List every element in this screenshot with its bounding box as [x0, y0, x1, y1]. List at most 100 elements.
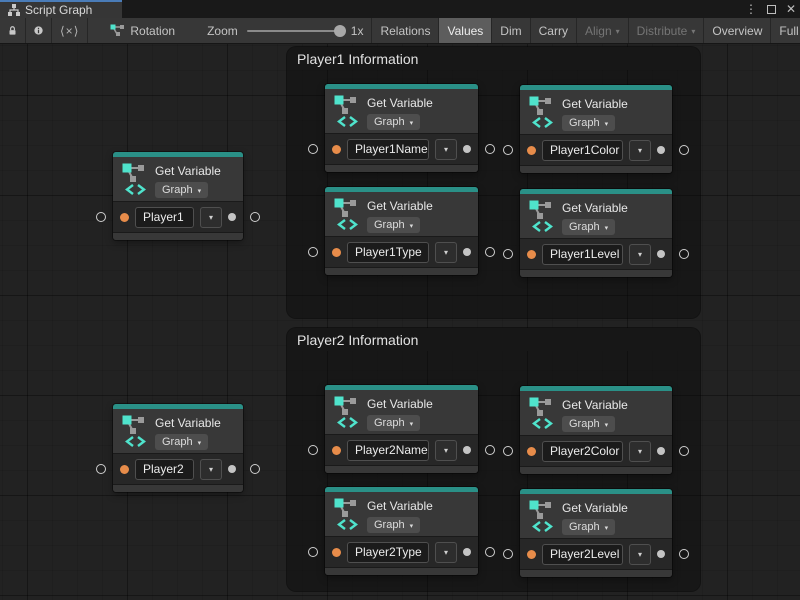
variable-dropdown-button[interactable]: ▾ [200, 207, 222, 228]
external-output-port[interactable] [485, 547, 495, 557]
lock-button[interactable] [0, 18, 26, 43]
external-output-port[interactable] [485, 445, 495, 455]
external-output-port[interactable] [485, 247, 495, 257]
variable-name-field[interactable]: Player1 [135, 207, 194, 228]
graph-dropdown-button[interactable]: Graph ▾ [562, 219, 615, 235]
external-output-port[interactable] [250, 212, 260, 222]
get-variable-node-player1color[interactable]: Get Variable Graph ▾ Player1Color ▾ [520, 85, 672, 173]
variable-dropdown-button[interactable]: ▾ [200, 459, 222, 480]
variable-dropdown-button[interactable]: ▾ [435, 542, 457, 563]
variable-dropdown-button[interactable]: ▾ [435, 139, 457, 160]
graph-dropdown-button[interactable]: Graph ▾ [367, 217, 420, 233]
external-input-port[interactable] [308, 144, 318, 154]
get-variable-node-player1level[interactable]: Get Variable Graph ▾ Player1Level ▾ [520, 189, 672, 277]
variable-dropdown-button[interactable]: ▾ [435, 440, 457, 461]
close-icon[interactable]: ✕ [786, 0, 796, 18]
variable-input-port[interactable] [527, 250, 536, 259]
window-menu-icon[interactable]: ⋮ [745, 0, 757, 18]
get-variable-node-player1type[interactable]: Get Variable Graph ▾ Player1Type ▾ [325, 187, 478, 275]
external-output-port[interactable] [679, 145, 689, 155]
value-output-port[interactable] [657, 146, 665, 154]
fullscreen-button[interactable]: Full Screen [771, 18, 800, 43]
external-input-port[interactable] [308, 247, 318, 257]
value-output-port[interactable] [463, 446, 471, 454]
align-dropdown[interactable]: Align ▾ [577, 18, 629, 43]
variable-input-port[interactable] [527, 447, 536, 456]
variable-name-field[interactable]: Player1Name [347, 139, 429, 160]
external-input-port[interactable] [308, 445, 318, 455]
value-output-port[interactable] [657, 447, 665, 455]
graph-dropdown-button[interactable]: Graph ▾ [155, 182, 208, 198]
variable-name-field[interactable]: Player2Type [347, 542, 429, 563]
relations-button[interactable]: Relations [371, 18, 439, 43]
code-toggle-button[interactable]: ⟨×⟩ [52, 18, 88, 43]
graph-canvas[interactable]: Player1 Information Player2 Information … [0, 44, 800, 600]
graph-dropdown-button[interactable]: Graph ▾ [562, 519, 615, 535]
info-button[interactable] [26, 18, 52, 43]
distribute-dropdown[interactable]: Distribute ▾ [629, 18, 705, 43]
graph-dropdown-button[interactable]: Graph ▾ [562, 416, 615, 432]
variable-name-field[interactable]: Player1Color [542, 140, 623, 161]
variable-input-port[interactable] [332, 145, 341, 154]
zoom-slider[interactable] [247, 30, 342, 32]
variable-input-port[interactable] [332, 248, 341, 257]
external-input-port[interactable] [503, 446, 513, 456]
variable-name-field[interactable]: Player2Color [542, 441, 623, 462]
variable-input-port[interactable] [332, 548, 341, 557]
group-title[interactable]: Player1 Information [287, 47, 700, 70]
value-output-port[interactable] [657, 250, 665, 258]
variable-dropdown-button[interactable]: ▾ [629, 544, 651, 565]
get-variable-node-player2level[interactable]: Get Variable Graph ▾ Player2Level ▾ [520, 489, 672, 577]
value-output-port[interactable] [228, 465, 236, 473]
external-input-port[interactable] [503, 549, 513, 559]
variable-input-port[interactable] [120, 213, 129, 222]
variable-input-port[interactable] [527, 146, 536, 155]
variable-input-port[interactable] [120, 465, 129, 474]
zoom-slider-handle[interactable] [334, 25, 346, 37]
variable-input-port[interactable] [332, 446, 341, 455]
variable-name-field[interactable]: Player1Type [347, 242, 429, 263]
external-output-port[interactable] [679, 549, 689, 559]
value-output-port[interactable] [228, 213, 236, 221]
external-output-port[interactable] [485, 144, 495, 154]
get-variable-node-player2name[interactable]: Get Variable Graph ▾ Player2Name ▾ [325, 385, 478, 473]
variable-dropdown-button[interactable]: ▾ [435, 242, 457, 263]
external-input-port[interactable] [308, 547, 318, 557]
variable-name-field[interactable]: Player2Name [347, 440, 429, 461]
value-output-port[interactable] [463, 145, 471, 153]
variable-dropdown-button[interactable]: ▾ [629, 441, 651, 462]
external-input-port[interactable] [503, 145, 513, 155]
variable-dropdown-button[interactable]: ▾ [629, 244, 651, 265]
variable-input-port[interactable] [527, 550, 536, 559]
dim-button[interactable]: Dim [492, 18, 530, 43]
overview-button[interactable]: Overview [704, 18, 771, 43]
get-variable-node-player1[interactable]: Get Variable Graph ▾ Player1 ▾ [113, 152, 243, 240]
group-title[interactable]: Player2 Information [287, 328, 700, 351]
variable-name-field[interactable]: Player2Level [542, 544, 623, 565]
graph-dropdown-button[interactable]: Graph ▾ [367, 114, 420, 130]
tab-script-graph[interactable]: Script Graph [0, 0, 122, 18]
variable-dropdown-button[interactable]: ▾ [629, 140, 651, 161]
external-input-port[interactable] [96, 212, 106, 222]
external-input-port[interactable] [503, 249, 513, 259]
variable-name-field[interactable]: Player1Level [542, 244, 623, 265]
maximize-icon[interactable] [767, 5, 776, 14]
graph-dropdown-button[interactable]: Graph ▾ [367, 517, 420, 533]
variable-name-field[interactable]: Player2 [135, 459, 194, 480]
graph-dropdown-button[interactable]: Graph ▾ [155, 434, 208, 450]
get-variable-node-player1name[interactable]: Get Variable Graph ▾ Player1Name ▾ [325, 84, 478, 172]
value-output-port[interactable] [657, 550, 665, 558]
external-output-port[interactable] [679, 249, 689, 259]
value-output-port[interactable] [463, 248, 471, 256]
carry-button[interactable]: Carry [531, 18, 577, 43]
external-output-port[interactable] [679, 446, 689, 456]
get-variable-node-player2type[interactable]: Get Variable Graph ▾ Player2Type ▾ [325, 487, 478, 575]
external-input-port[interactable] [96, 464, 106, 474]
graph-dropdown-button[interactable]: Graph ▾ [367, 415, 420, 431]
values-button[interactable]: Values [439, 18, 492, 43]
value-output-port[interactable] [463, 548, 471, 556]
get-variable-node-player2[interactable]: Get Variable Graph ▾ Player2 ▾ [113, 404, 243, 492]
get-variable-node-player2color[interactable]: Get Variable Graph ▾ Player2Color ▾ [520, 386, 672, 474]
external-output-port[interactable] [250, 464, 260, 474]
graph-dropdown-button[interactable]: Graph ▾ [562, 115, 615, 131]
